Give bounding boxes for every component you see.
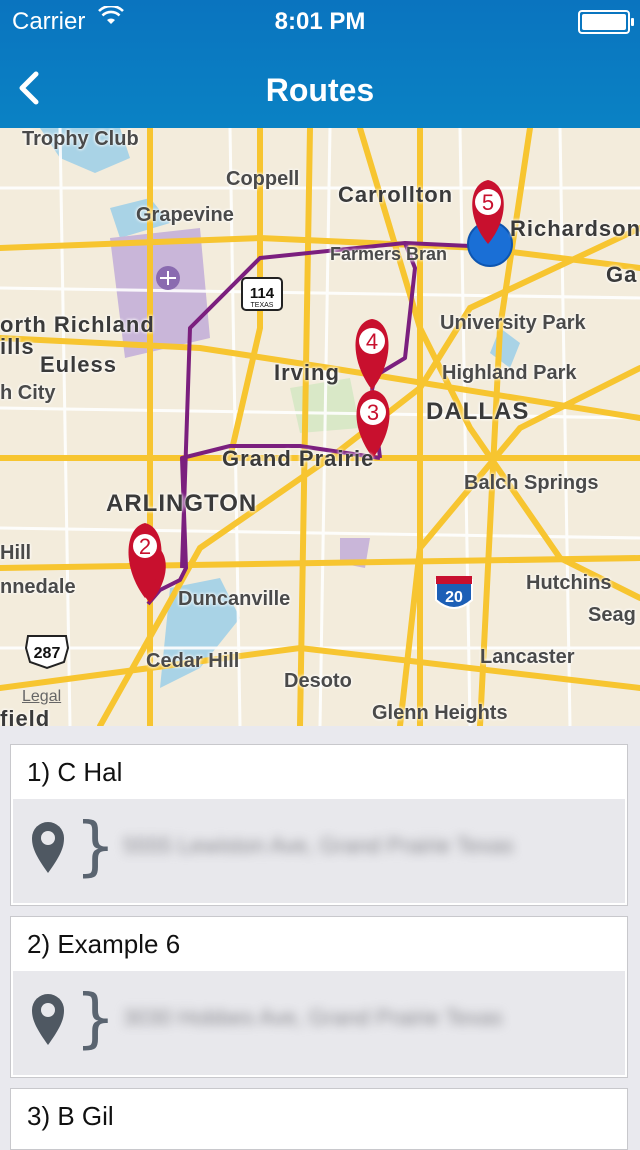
status-bar: Carrier 8:01 PM xyxy=(0,0,640,40)
svg-text:287: 287 xyxy=(34,645,61,662)
battery-icon xyxy=(578,10,634,34)
location-pin-icon xyxy=(32,994,64,1045)
stop-address: 5555 Lewiston Ave, Grand Prairie Texas xyxy=(123,833,514,858)
stop-name: 3) B Gil xyxy=(27,1101,114,1131)
map-label: Glenn Heights xyxy=(372,702,508,724)
map-label: Grand Prairie xyxy=(222,446,375,471)
map-label: Highland Park xyxy=(442,362,577,384)
map-label: Farmers Bran xyxy=(330,244,448,264)
svg-text:5: 5 xyxy=(482,190,494,215)
map-label: nnedale xyxy=(0,576,76,598)
map-label: Lancaster xyxy=(480,646,575,668)
map-label: Carrollton xyxy=(338,182,454,207)
map-label: Coppell xyxy=(226,168,300,190)
stop-card[interactable]: 1) C Hal } 5555 Lewiston Ave, Grand Prai… xyxy=(10,744,628,906)
map-label: University Park xyxy=(440,312,586,334)
map-label: ills xyxy=(0,334,35,359)
page-title: Routes xyxy=(265,72,375,108)
map-label: Hill xyxy=(0,542,32,564)
stop-name: 2) Example 6 xyxy=(27,929,181,959)
clock: 8:01 PM xyxy=(274,8,366,35)
stop-card[interactable]: 3) B Gil xyxy=(10,1088,628,1150)
map-label: ARLINGTON xyxy=(106,490,258,517)
map-label: Desoto xyxy=(284,670,352,692)
map-label: Hutchins xyxy=(526,572,612,594)
stop-card[interactable]: 2) Example 6 } 3030 Hobbes Ave, Grand Pr… xyxy=(10,916,628,1078)
svg-text:114: 114 xyxy=(250,285,275,302)
route-map[interactable]: 114 TEXAS 20 287 1 2 xyxy=(0,128,640,726)
interstate-20-shield: 20 xyxy=(435,576,473,609)
map-label: Cedar Hill xyxy=(146,650,240,672)
map-label: h City xyxy=(0,382,56,404)
map-label: Balch Springs xyxy=(464,472,599,494)
map-label: Duncanville xyxy=(178,588,291,610)
map-label: field xyxy=(0,706,51,726)
legal-link[interactable]: Legal xyxy=(22,688,61,706)
map-label: Euless xyxy=(40,352,117,377)
map-label: DALLAS xyxy=(426,398,530,425)
highway-114-shield: 114 TEXAS xyxy=(241,277,283,311)
map-label: Grapevine xyxy=(136,204,234,226)
svg-text:4: 4 xyxy=(366,329,378,354)
stop-address-row[interactable]: } 5555 Lewiston Ave, Grand Prairie Texas xyxy=(13,799,625,903)
svg-text:2: 2 xyxy=(139,534,151,559)
map-label: Seag xyxy=(588,604,636,626)
svg-text:TEXAS: TEXAS xyxy=(251,302,274,309)
us-287-shield: 287 xyxy=(24,635,70,670)
location-pin-icon xyxy=(32,822,64,873)
map-label: Trophy Club xyxy=(22,128,139,150)
brace-icon: } xyxy=(75,982,116,1056)
svg-text:20: 20 xyxy=(445,589,463,606)
navigation-bar: Carrier 8:01 PM Routes xyxy=(0,0,640,128)
stop-address: 3030 Hobbes Ave, Grand Prairie Texas xyxy=(123,1005,503,1030)
airport-area xyxy=(110,228,210,358)
brace-icon: } xyxy=(75,810,116,884)
stop-address-row[interactable]: } 3030 Hobbes Ave, Grand Prairie Texas xyxy=(13,971,625,1075)
map-label: Richardson xyxy=(510,216,640,241)
map-label: Ga xyxy=(606,262,638,287)
svg-text:3: 3 xyxy=(367,400,379,425)
stop-name: 1) C Hal xyxy=(27,757,123,787)
map-label: Irving xyxy=(274,360,340,385)
